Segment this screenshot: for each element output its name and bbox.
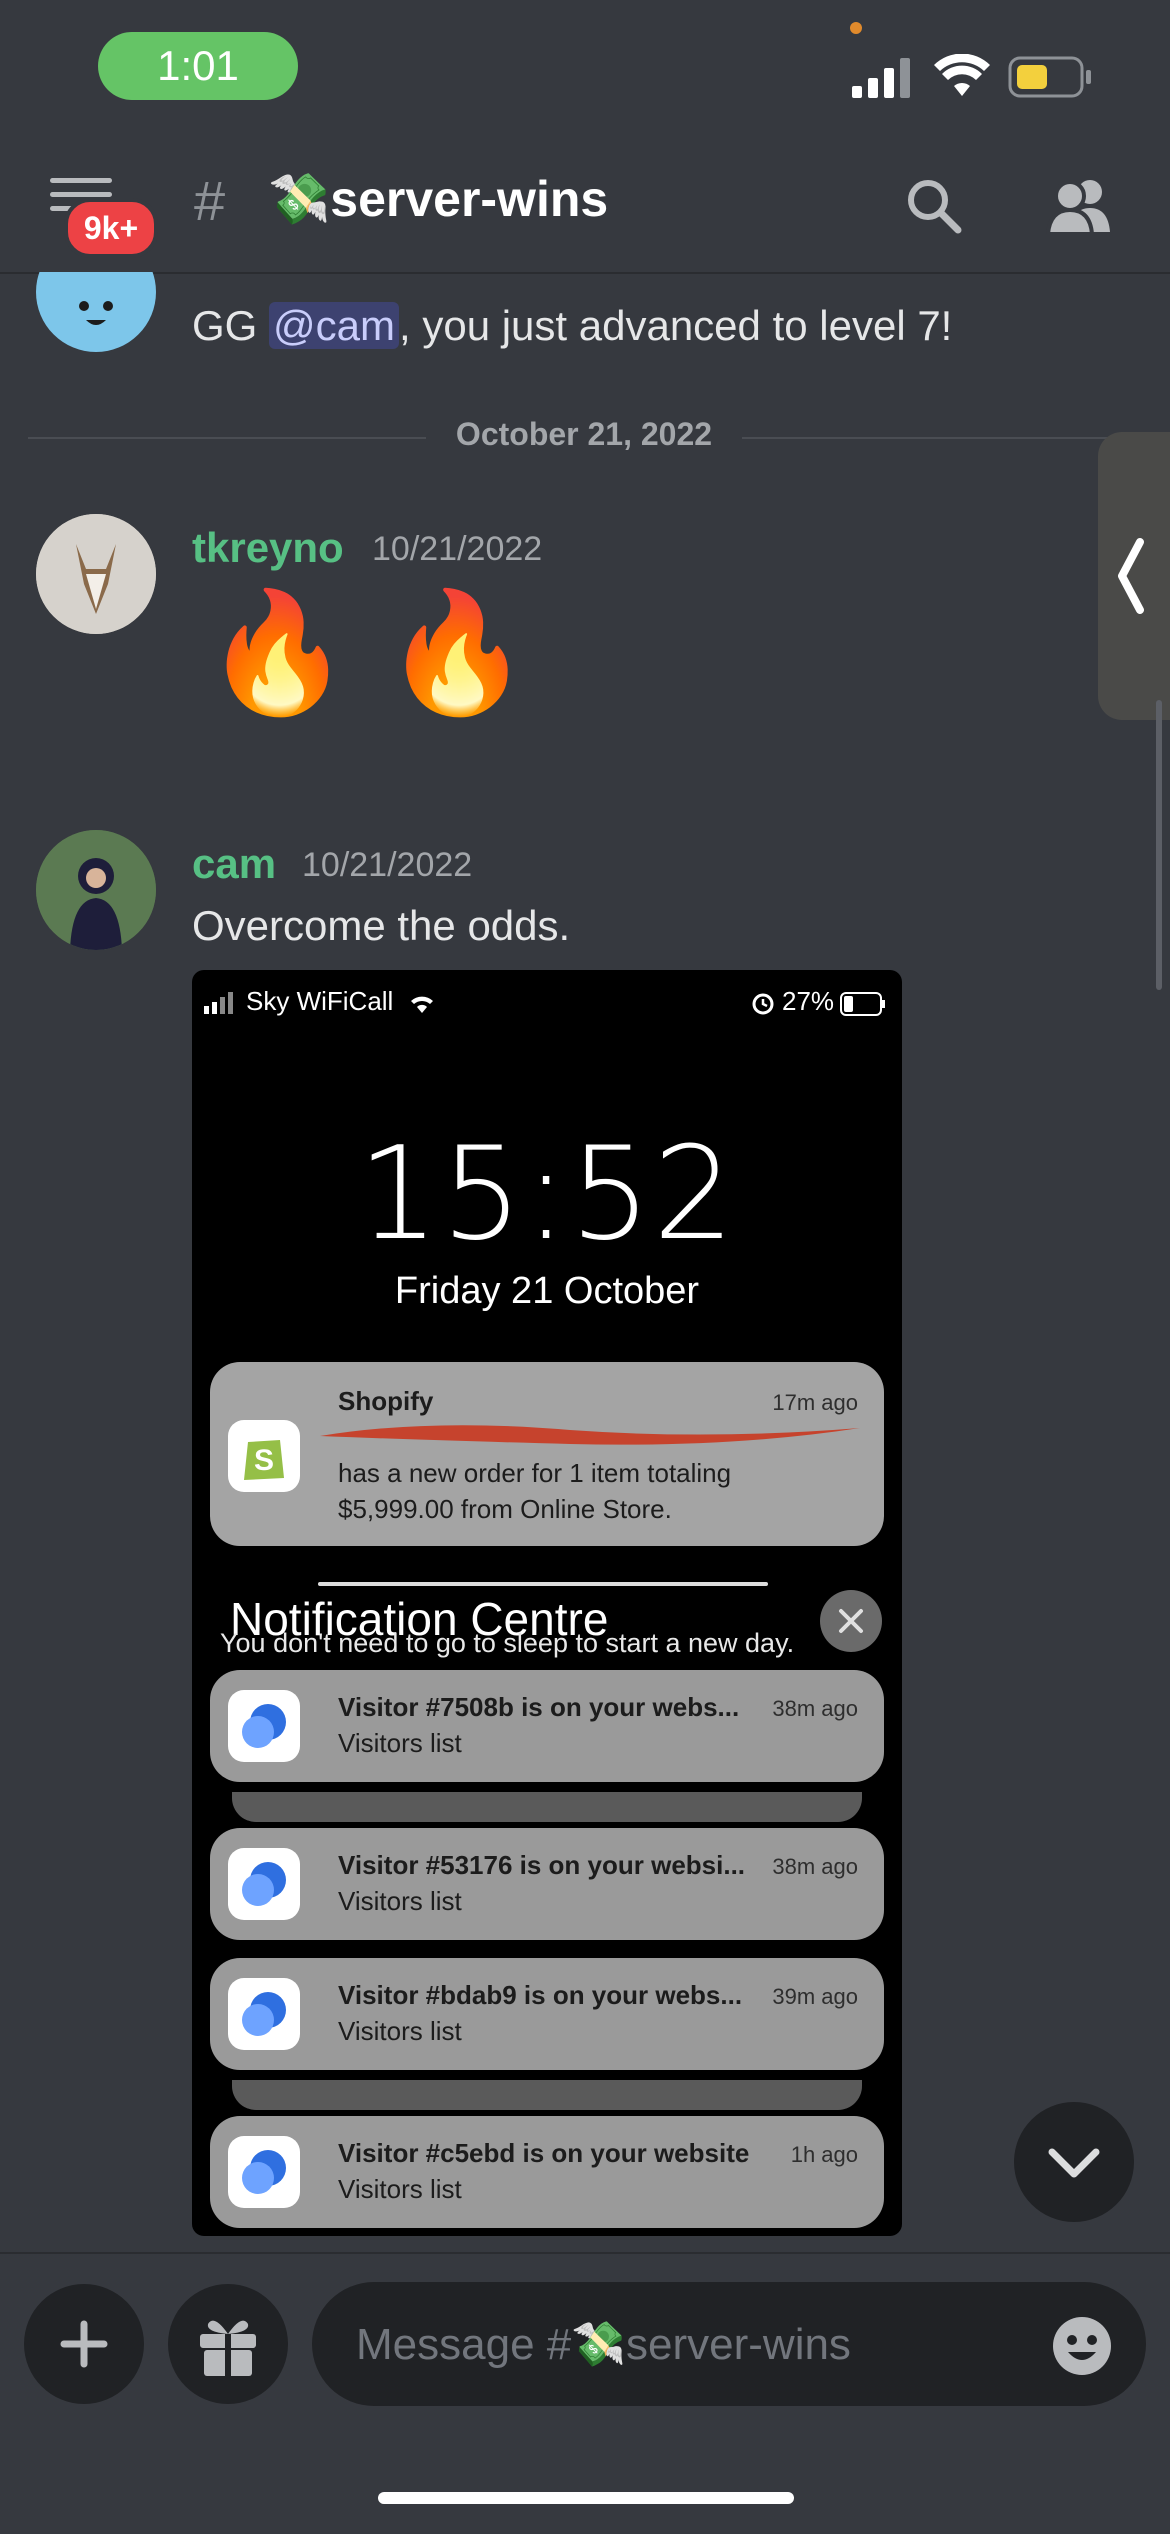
notification-subtitle: Visitors list (338, 1886, 462, 1916)
chat-bubble-icon (228, 1848, 300, 1920)
redaction-mark (320, 1425, 860, 1445)
wifi-icon (411, 996, 433, 1013)
message-timestamp: 10/21/2022 (302, 846, 473, 884)
cellular-signal-icon (204, 992, 233, 1014)
home-indicator[interactable] (378, 2492, 794, 2504)
notification-body-line1: has a new order for 1 item totaling (338, 1458, 732, 1488)
visitor-notification[interactable]: Visitor #7508b is on your webs... Visito… (210, 1670, 884, 1782)
search-icon[interactable] (904, 176, 964, 236)
add-attachment-button[interactable] (24, 2284, 144, 2404)
emoji-picker-icon[interactable] (1050, 2314, 1114, 2378)
members-icon[interactable] (1046, 176, 1116, 236)
message-text: Overcome the odds. (192, 902, 571, 949)
notification-title: Visitor #c5ebd is on your website (338, 2138, 750, 2168)
clear-notifications-button[interactable] (820, 1590, 882, 1652)
divider-line (742, 437, 1142, 439)
notification-body-line2: $5,999.00 from Online Store. (338, 1494, 672, 1524)
divider-line (28, 437, 426, 439)
shopify-icon: S (228, 1420, 300, 1492)
scroll-indicator[interactable] (1156, 700, 1162, 990)
chevron-down-icon (1048, 2148, 1100, 2178)
notification-time: 38m ago (772, 1696, 858, 1721)
plus-icon (60, 2320, 108, 2368)
battery-percent: 27% (782, 986, 835, 1016)
shopify-notification[interactable]: S Shopify 17m ago has a new order for 1 … (210, 1362, 884, 1546)
chat-bubble-icon (228, 1978, 300, 2050)
visitor-notification[interactable]: Visitor #bdab9 is on your webs... Visito… (210, 1958, 884, 2070)
notification-time: 1h ago (790, 2142, 858, 2167)
privacy-indicator-dot (850, 22, 862, 34)
visitor-notification[interactable]: Visitor #c5ebd is on your website Visito… (210, 2116, 884, 2228)
notification-app: Shopify (338, 1386, 434, 1416)
wifi-icon (934, 54, 990, 96)
message-text: GG @cam, you just advanced to level 7! (192, 302, 953, 349)
divider-line (318, 1582, 768, 1586)
channel-title[interactable]: 💸server-wins (268, 170, 608, 229)
user-mention[interactable]: @cam (269, 302, 399, 349)
notification-title: Visitor #53176 is on your websi... (338, 1850, 746, 1880)
notification-subtitle: Visitors list (338, 1728, 462, 1758)
unread-badge: 9k+ (64, 198, 158, 258)
chevron-left-icon (1118, 538, 1144, 614)
lockscreen-date: Friday 21 October (394, 1270, 700, 1312)
drawer-handle[interactable] (1098, 432, 1170, 720)
avatar[interactable] (36, 514, 156, 634)
notification-centre-subtitle: You don't need to go to sleep to start a… (220, 1628, 795, 1658)
gift-icon (200, 2320, 256, 2376)
lockscreen-clock: 15:52 (357, 1120, 737, 1269)
status-time: 1:01 (98, 32, 298, 100)
notification-time: 38m ago (772, 1854, 858, 1879)
carrier-label: Sky WiFiCall (246, 986, 394, 1016)
notification-title: Visitor #bdab9 is on your webs... (338, 1980, 743, 2010)
notification-time: 39m ago (772, 1984, 858, 2009)
notification-stack (232, 2080, 862, 2110)
close-icon (839, 1609, 863, 1633)
notification-time: 17m ago (772, 1390, 858, 1415)
chat-bubble-icon (228, 2136, 300, 2208)
fire-emoji: 🔥 🔥 (204, 587, 531, 719)
battery-icon (1008, 56, 1091, 98)
avatar[interactable] (36, 830, 156, 950)
chat-bubble-icon (228, 1690, 300, 1762)
username[interactable]: cam (192, 840, 276, 888)
date-divider: October 21, 2022 (455, 416, 713, 452)
gift-button[interactable] (168, 2284, 288, 2404)
notification-subtitle: Visitors list (338, 2174, 462, 2204)
alarm-icon (752, 993, 774, 1015)
visitor-notification[interactable]: Visitor #53176 is on your websi... Visit… (210, 1828, 884, 1940)
notification-stack (232, 1792, 862, 1822)
message-placeholder: Message #💸server-wins (356, 2320, 851, 2369)
image-attachment[interactable]: Sky WiFiCall 27% 15:52 Friday 21 October… (192, 970, 902, 2236)
notification-title: Visitor #7508b is on your webs... (338, 1692, 740, 1722)
cellular-signal-icon (852, 58, 910, 98)
battery-icon (840, 992, 885, 1016)
username[interactable]: tkreyno (192, 524, 344, 572)
channel-hash-icon: # (194, 169, 226, 232)
svg-text:S: S (254, 1444, 274, 1477)
message-timestamp: 10/21/2022 (372, 530, 543, 568)
jump-to-bottom-button[interactable] (1014, 2102, 1134, 2222)
notification-subtitle: Visitors list (338, 2016, 462, 2046)
